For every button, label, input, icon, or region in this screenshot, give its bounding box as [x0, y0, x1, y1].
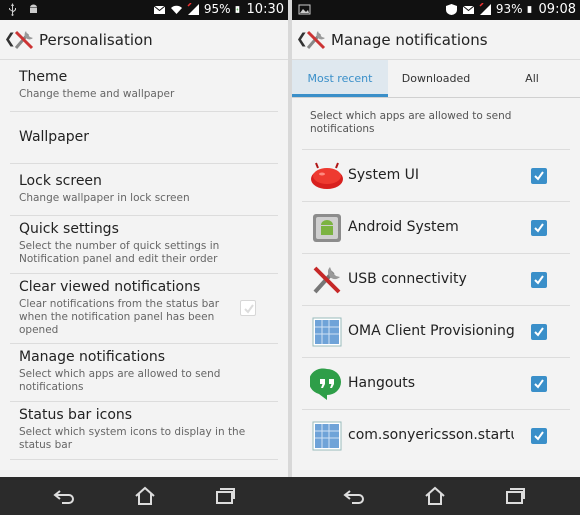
action-bar: ❮ Manage notifications [292, 20, 580, 60]
status-time: 09:08 [538, 2, 576, 17]
signal-icon [479, 3, 491, 15]
battery-icon [527, 6, 531, 13]
notifications-description: Select which apps are allowed to send no… [310, 110, 512, 135]
app-checkbox[interactable] [531, 220, 547, 236]
settings-tools-icon[interactable] [12, 28, 36, 52]
pref-summary: Select which system icons to display in … [19, 426, 246, 451]
app-checkbox[interactable] [531, 428, 547, 444]
page-title: Manage notifications [331, 31, 488, 49]
personalisation-screen: 95% 10:30 ❮ Personalisation Theme Change… [0, 0, 288, 477]
app-name: Hangouts [348, 375, 416, 391]
mail-icon [462, 5, 475, 14]
generic-app-icon [312, 421, 342, 451]
app-row-startup-service[interactable]: com.sonyericsson.startupflagservice [302, 409, 570, 461]
recent-apps-icon[interactable] [214, 486, 236, 506]
action-bar: ❮ Personalisation [0, 20, 288, 60]
pref-summary: Clear notifications from the status bar … [19, 298, 220, 336]
clear-notifications-checkbox[interactable] [240, 300, 256, 316]
image-icon [298, 4, 311, 15]
pref-theme[interactable]: Theme Change theme and wallpaper [10, 60, 278, 112]
pref-quick-settings[interactable]: Quick settings Select the number of quic… [10, 216, 278, 274]
app-checkbox[interactable] [531, 272, 547, 288]
pref-title: Status bar icons [19, 407, 133, 423]
notification-tabs: Most recent Downloaded All [292, 60, 580, 98]
home-icon[interactable] [424, 486, 446, 506]
signal-icon [187, 3, 199, 15]
wifi-icon [170, 5, 182, 14]
shield-icon [445, 4, 457, 15]
pref-title: Quick settings [19, 221, 119, 237]
back-icon[interactable] [53, 486, 75, 506]
app-checkbox[interactable] [531, 168, 547, 184]
navigation-bar [0, 477, 580, 515]
tab-downloaded[interactable]: Downloaded [388, 60, 484, 97]
status-bar: 93% 09:08 [292, 0, 580, 20]
pref-wallpaper[interactable]: Wallpaper [10, 112, 278, 164]
pref-summary: Select which apps are allowed to send no… [19, 368, 221, 393]
android-system-icon [313, 214, 341, 242]
recent-apps-icon[interactable] [504, 486, 526, 506]
app-checkbox[interactable] [531, 376, 547, 392]
app-name: Android System [348, 219, 459, 235]
app-name: OMA Client Provisioning [348, 323, 514, 339]
oma-client-icon [312, 317, 342, 347]
battery-percent: 93% [495, 2, 523, 16]
pref-title: Lock screen [19, 173, 102, 189]
pref-manage-notifications[interactable]: Manage notifications Select which apps a… [10, 344, 278, 402]
home-icon[interactable] [134, 486, 156, 506]
page-title: Personalisation [39, 31, 153, 49]
mail-icon [153, 5, 166, 14]
back-icon[interactable] [343, 486, 365, 506]
app-name: System UI [348, 167, 420, 183]
pref-status-bar-icons[interactable]: Status bar icons Select which system ico… [10, 402, 278, 460]
hangouts-icon [310, 368, 341, 400]
app-row-hangouts[interactable]: Hangouts [302, 357, 570, 409]
android-icon [30, 4, 37, 13]
usb-icon [9, 3, 16, 16]
tab-all[interactable]: All [484, 60, 580, 97]
pref-title: Theme [19, 69, 68, 85]
pref-summary: Select the number of quick settings in N… [19, 240, 220, 265]
settings-tools-icon[interactable] [304, 28, 328, 52]
usb-tools-icon [313, 266, 341, 294]
system-ui-icon [311, 162, 343, 189]
app-row-android-system[interactable]: Android System [302, 201, 570, 253]
pref-title: Manage notifications [19, 349, 166, 365]
pref-summary: Change wallpaper in lock screen [19, 192, 190, 204]
pref-summary: Change theme and wallpaper [19, 88, 175, 100]
pref-title: Wallpaper [19, 129, 90, 145]
battery-percent: 95% [203, 2, 231, 16]
app-checkbox[interactable] [531, 324, 547, 340]
app-row-usb-connectivity[interactable]: USB connectivity [302, 253, 570, 305]
status-time: 10:30 [246, 2, 284, 17]
app-name: USB connectivity [348, 271, 467, 287]
status-bar: 95% 10:30 [0, 0, 288, 20]
battery-charging-icon [235, 6, 239, 13]
pref-title: Clear viewed notifications [19, 279, 201, 295]
pref-lock-screen[interactable]: Lock screen Change wallpaper in lock scr… [10, 164, 278, 216]
pref-clear-viewed-notifications[interactable]: Clear viewed notifications Clear notific… [10, 274, 278, 344]
app-name: com.sonyericsson.startupflagservice [348, 427, 514, 443]
tab-most-recent[interactable]: Most recent [292, 60, 388, 97]
app-row-oma-client[interactable]: OMA Client Provisioning [302, 305, 570, 357]
app-row-system-ui[interactable]: System UI [302, 149, 570, 201]
manage-notifications-screen: 93% 09:08 ❮ Manage notifications Most re… [292, 0, 580, 477]
